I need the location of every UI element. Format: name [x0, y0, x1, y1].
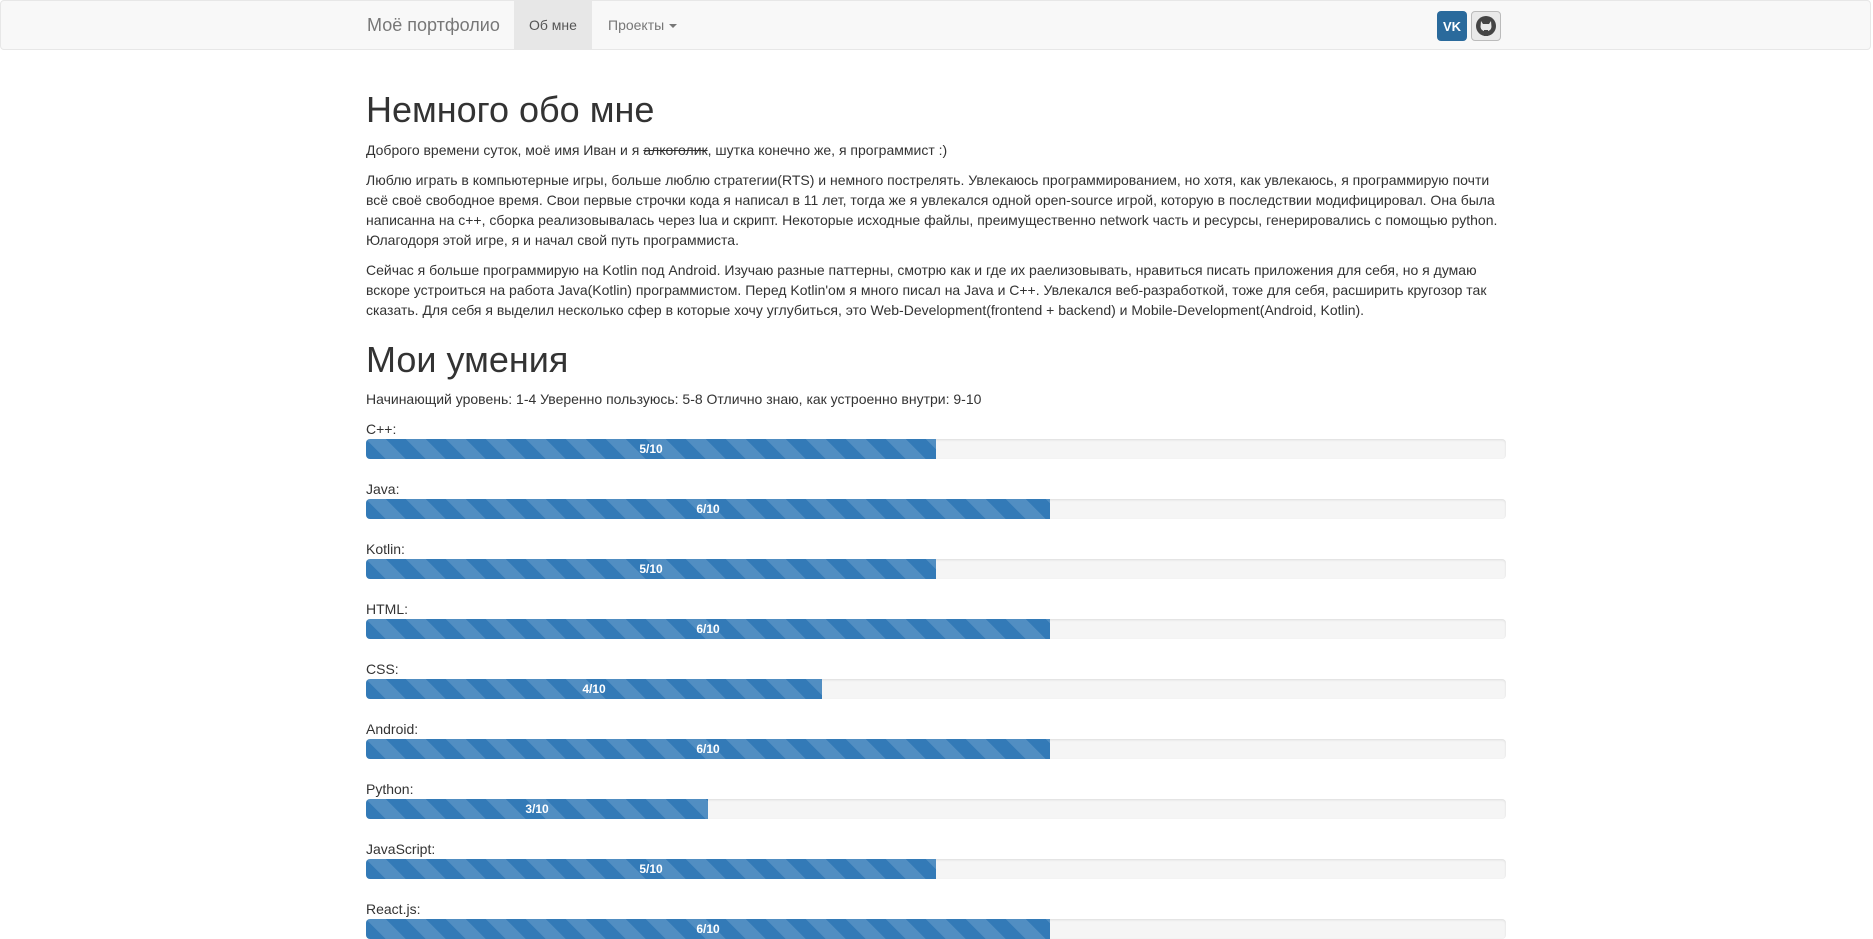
skill-progress: 6/10 — [366, 499, 1506, 519]
about-paragraph-1: Люблю играть в компьютерные игры, больше… — [366, 172, 1498, 248]
about-intro: Доброго времени суток, моё имя Иван и я … — [366, 140, 1506, 160]
nav-dropdown-projects[interactable]: Проекты — [593, 1, 692, 50]
nav-tab-about-label: Об мне — [529, 17, 577, 33]
github-link[interactable] — [1471, 11, 1501, 41]
skill-progress-bar: 4/10 — [366, 679, 822, 699]
skill-progress-bar: 5/10 — [366, 859, 936, 879]
skill-label: CSS: — [366, 661, 399, 677]
nav-tab-about[interactable]: Об мне — [514, 1, 592, 50]
vk-link[interactable]: VK — [1437, 11, 1467, 41]
about-paragraph-2: Сейчас я больше программирую на Kotlin п… — [366, 262, 1487, 318]
skill-progress: 5/10 — [366, 439, 1506, 459]
skill-progress-bar: 6/10 — [366, 499, 1050, 519]
skill-progress: 6/10 — [366, 739, 1506, 759]
skill-progress-bar: 5/10 — [366, 559, 936, 579]
skill-progress: 5/10 — [366, 559, 1506, 579]
navbar-brand[interactable]: Моё портфолио — [367, 15, 500, 35]
skill-progress: 6/10 — [366, 619, 1506, 639]
skill-progress-bar: 5/10 — [366, 439, 936, 459]
skill-progress: 4/10 — [366, 679, 1506, 699]
skill-progress-bar: 6/10 — [366, 739, 1050, 759]
skill-progress: 6/10 — [366, 919, 1506, 939]
skill-progress-bar: 3/10 — [366, 799, 708, 819]
intro-strike: алкоголик — [643, 142, 708, 158]
about-title: Немного обо мне — [366, 89, 655, 130]
skill-label: Android: — [366, 721, 419, 737]
skill-label: Kotlin: — [366, 541, 405, 557]
skill-label: JavaScript: — [366, 841, 436, 857]
github-icon — [1476, 16, 1496, 36]
skills-title: Мои умения — [366, 339, 569, 380]
intro-before: Доброго времени суток, моё имя Иван и я — [366, 142, 644, 158]
vk-icon-glyph: VK — [1443, 19, 1462, 34]
skill-progress-bar: 6/10 — [366, 619, 1050, 639]
skill-progress: 3/10 — [366, 799, 1506, 819]
skill-label: Java: — [366, 481, 400, 497]
intro-after: , шутка конечно же, я программист :) — [707, 142, 948, 158]
skills-legend: Начинающий уровень: 1-4 Уверенно пользую… — [366, 391, 982, 407]
skill-label: C++: — [366, 421, 397, 437]
vk-icon: VK — [1443, 19, 1462, 34]
skill-label: Python: — [366, 781, 414, 797]
caret-down-icon — [669, 24, 678, 29]
skill-progress-bar: 6/10 — [366, 919, 1050, 939]
skill-label: HTML: — [366, 601, 408, 617]
nav-dropdown-projects-label: Проекты — [608, 17, 665, 33]
skill-progress: 5/10 — [366, 859, 1506, 879]
navbar: Моё портфолио Об мне Проекты VK — [0, 0, 1871, 50]
skill-label: React.js: — [366, 901, 421, 917]
